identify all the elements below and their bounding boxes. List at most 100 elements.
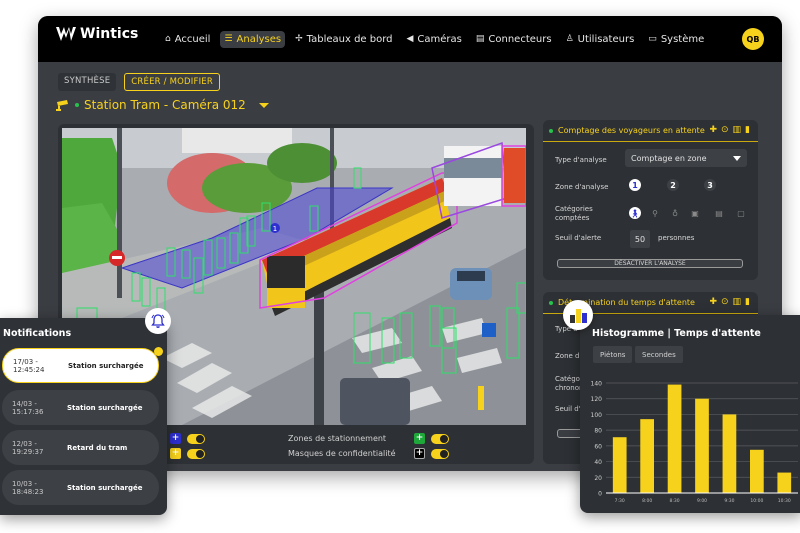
nav-label: Tableaux de bord xyxy=(306,34,393,45)
y-tick-label: 120 xyxy=(591,396,603,403)
notification-message: Station surchargée xyxy=(68,361,144,370)
bell-glyph xyxy=(151,314,165,328)
pedestrian-icon[interactable]: 🚶︎ xyxy=(629,207,641,219)
tab-creer-modifier[interactable]: CRÉER / MODIFIER xyxy=(124,73,220,91)
add-parking-zone-button[interactable]: + xyxy=(414,433,425,444)
y-tick-label: 100 xyxy=(591,412,603,419)
dropdown-arrow-icon xyxy=(733,155,741,161)
nav-item-utilisateurs[interactable]: ♙ Utilisateurs xyxy=(562,31,639,48)
histogram-panel: Histogramme | Temps d'attente Piétons Se… xyxy=(580,315,800,513)
x-tick-label: 9:00 xyxy=(697,498,707,504)
categories-label: Catégories comptées xyxy=(555,205,593,223)
privacy-masks-label: Masques de confidentialité xyxy=(288,449,396,458)
zone-button-2[interactable]: 2 xyxy=(667,179,679,191)
train-icon[interactable]: ▢ xyxy=(735,207,747,219)
threshold-input[interactable]: 50 xyxy=(630,230,650,248)
van xyxy=(340,378,410,425)
tab-synthese[interactable]: SYNTHÈSE xyxy=(58,73,117,91)
nav-label: Analyses xyxy=(236,34,282,45)
toggle-parking-zones[interactable] xyxy=(431,433,449,444)
y-tick-label: 80 xyxy=(594,428,602,435)
nav-label: Accueil xyxy=(174,34,211,45)
notification-timestamp: 14/03 - 15:17:36 xyxy=(12,399,44,416)
nav-label: Connecteurs xyxy=(488,34,552,45)
main-nav: ⌂ Accueil ☰ Analyses ✢ Tableaux de bord ◀ Ca… xyxy=(161,31,708,48)
notification-message: Station surchargée xyxy=(67,403,143,412)
database-stack-icon: ☰ xyxy=(224,34,233,44)
scooter-icon[interactable]: ♁ xyxy=(669,207,681,219)
monitor-icon: ▭ xyxy=(648,34,657,44)
notification-item[interactable]: 17/03 - 12:45:24 Station surchargée xyxy=(2,347,163,383)
notification-timestamp: 17/03 - 12:45:24 xyxy=(13,357,45,374)
x-tick-label: 10:00 xyxy=(750,498,763,504)
histogram-chart: 0 20 40 60 80 100 120 140 7:30 8:00 8:30 9:00 9:30 10… xyxy=(591,381,798,504)
wintics-logo-icon xyxy=(56,27,76,41)
notification-message: Retard du tram xyxy=(67,443,128,452)
play-icon[interactable]: ⊙ xyxy=(721,125,729,135)
histogram-bar[interactable] xyxy=(722,414,737,493)
deactivate-analysis-button[interactable]: DÉSACTIVER L'ANALYSE xyxy=(557,259,743,268)
control-row-1-left: + xyxy=(170,433,205,444)
chevron-down-icon[interactable] xyxy=(258,102,269,108)
histogram-bar[interactable] xyxy=(777,472,792,493)
trash-icon[interactable]: ▮ xyxy=(745,297,750,307)
nav-item-cameras[interactable]: ◀ Caméras xyxy=(403,31,466,48)
nav-item-accueil[interactable]: ⌂ Accueil xyxy=(161,31,214,48)
status-dot xyxy=(549,300,553,305)
zone-button-1[interactable]: 1 xyxy=(629,179,641,191)
notification-timestamp: 10/03 - 18:48:23 xyxy=(12,479,44,496)
toggle-privacy-masks[interactable] xyxy=(431,448,449,459)
cctv-camera-icon xyxy=(56,99,68,111)
camera-name: Station Tram - Caméra 012 xyxy=(84,98,246,112)
add-zone-blue-button[interactable]: + xyxy=(170,433,181,444)
zone-marker-label: 1 xyxy=(273,225,277,233)
bell-icon[interactable] xyxy=(145,308,171,334)
add-icon[interactable]: ✚ xyxy=(709,125,717,135)
bicycle-icon[interactable]: ⚲ xyxy=(649,207,661,219)
add-icon[interactable]: ✚ xyxy=(709,297,717,307)
move-cross-icon: ✢ xyxy=(295,34,303,44)
notifications-panel: Notifications 17/03 - 12:45:24 Station s… xyxy=(0,308,171,515)
add-privacy-mask-button[interactable]: + xyxy=(414,448,425,459)
analysis-type-select[interactable]: Comptage en zone xyxy=(625,149,747,167)
card-actions: ✚ ⊙ ▥ ▮ xyxy=(709,125,750,135)
camera-selector[interactable]: Station Tram - Caméra 012 xyxy=(56,98,269,112)
histogram-badge-icon xyxy=(563,300,593,330)
threshold-label: Seuil d'alerte xyxy=(555,234,602,242)
control-row-parking: Zones de stationnement + xyxy=(288,433,449,444)
histogram-bar[interactable] xyxy=(695,398,709,493)
nav-item-connecteurs[interactable]: ▤ Connecteurs xyxy=(472,31,556,48)
logo[interactable]: Wintics xyxy=(56,26,138,42)
analysis-card-counting: Comptage des voyageurs en attente ✚ ⊙ ▥ … xyxy=(543,120,758,280)
histogram-bar[interactable] xyxy=(612,437,627,493)
bar-chart-icon[interactable]: ▥ xyxy=(733,125,742,135)
x-tick-label: 10:30 xyxy=(778,498,791,504)
add-zone-yellow-button[interactable]: + xyxy=(170,448,181,459)
bus-icon[interactable]: ▤ xyxy=(713,207,725,219)
notification-item[interactable]: 10/03 - 18:48:23 Station surchargée xyxy=(2,470,159,505)
x-tick-label: 8:30 xyxy=(670,498,680,504)
toggle-zones-yellow[interactable] xyxy=(187,448,205,459)
y-tick-label: 0 xyxy=(598,491,602,498)
nav-item-systeme[interactable]: ▭ Système xyxy=(644,31,708,48)
nav-label: Utilisateurs xyxy=(577,34,635,45)
histogram-bar[interactable] xyxy=(640,419,654,493)
home-icon: ⌂ xyxy=(165,34,171,44)
control-row-privacy: Masques de confidentialité + xyxy=(288,448,449,459)
notification-item[interactable]: 14/03 - 15:17:36 Station surchargée xyxy=(2,390,159,425)
user-icon: ♙ xyxy=(565,34,574,44)
y-tick-label: 140 xyxy=(591,381,603,388)
notification-item[interactable]: 12/03 - 19:29:37 Retard du tram xyxy=(2,430,159,465)
histogram-bar[interactable] xyxy=(750,449,764,493)
zone-button-3[interactable]: 3 xyxy=(704,179,716,191)
histogram-bar[interactable] xyxy=(667,384,682,493)
bar-chart-icon[interactable]: ▥ xyxy=(733,297,742,307)
nav-item-analyses[interactable]: ☰ Analyses xyxy=(220,31,286,48)
nav-item-tableaux-de-bord[interactable]: ✢ Tableaux de bord xyxy=(291,31,396,48)
tram-icon[interactable]: ▣ xyxy=(689,207,701,219)
play-icon[interactable]: ⊙ xyxy=(721,297,729,307)
toggle-zones-blue[interactable] xyxy=(187,433,205,444)
user-avatar[interactable]: QB xyxy=(742,28,764,50)
trash-icon[interactable]: ▮ xyxy=(745,125,750,135)
status-dot xyxy=(549,128,553,133)
